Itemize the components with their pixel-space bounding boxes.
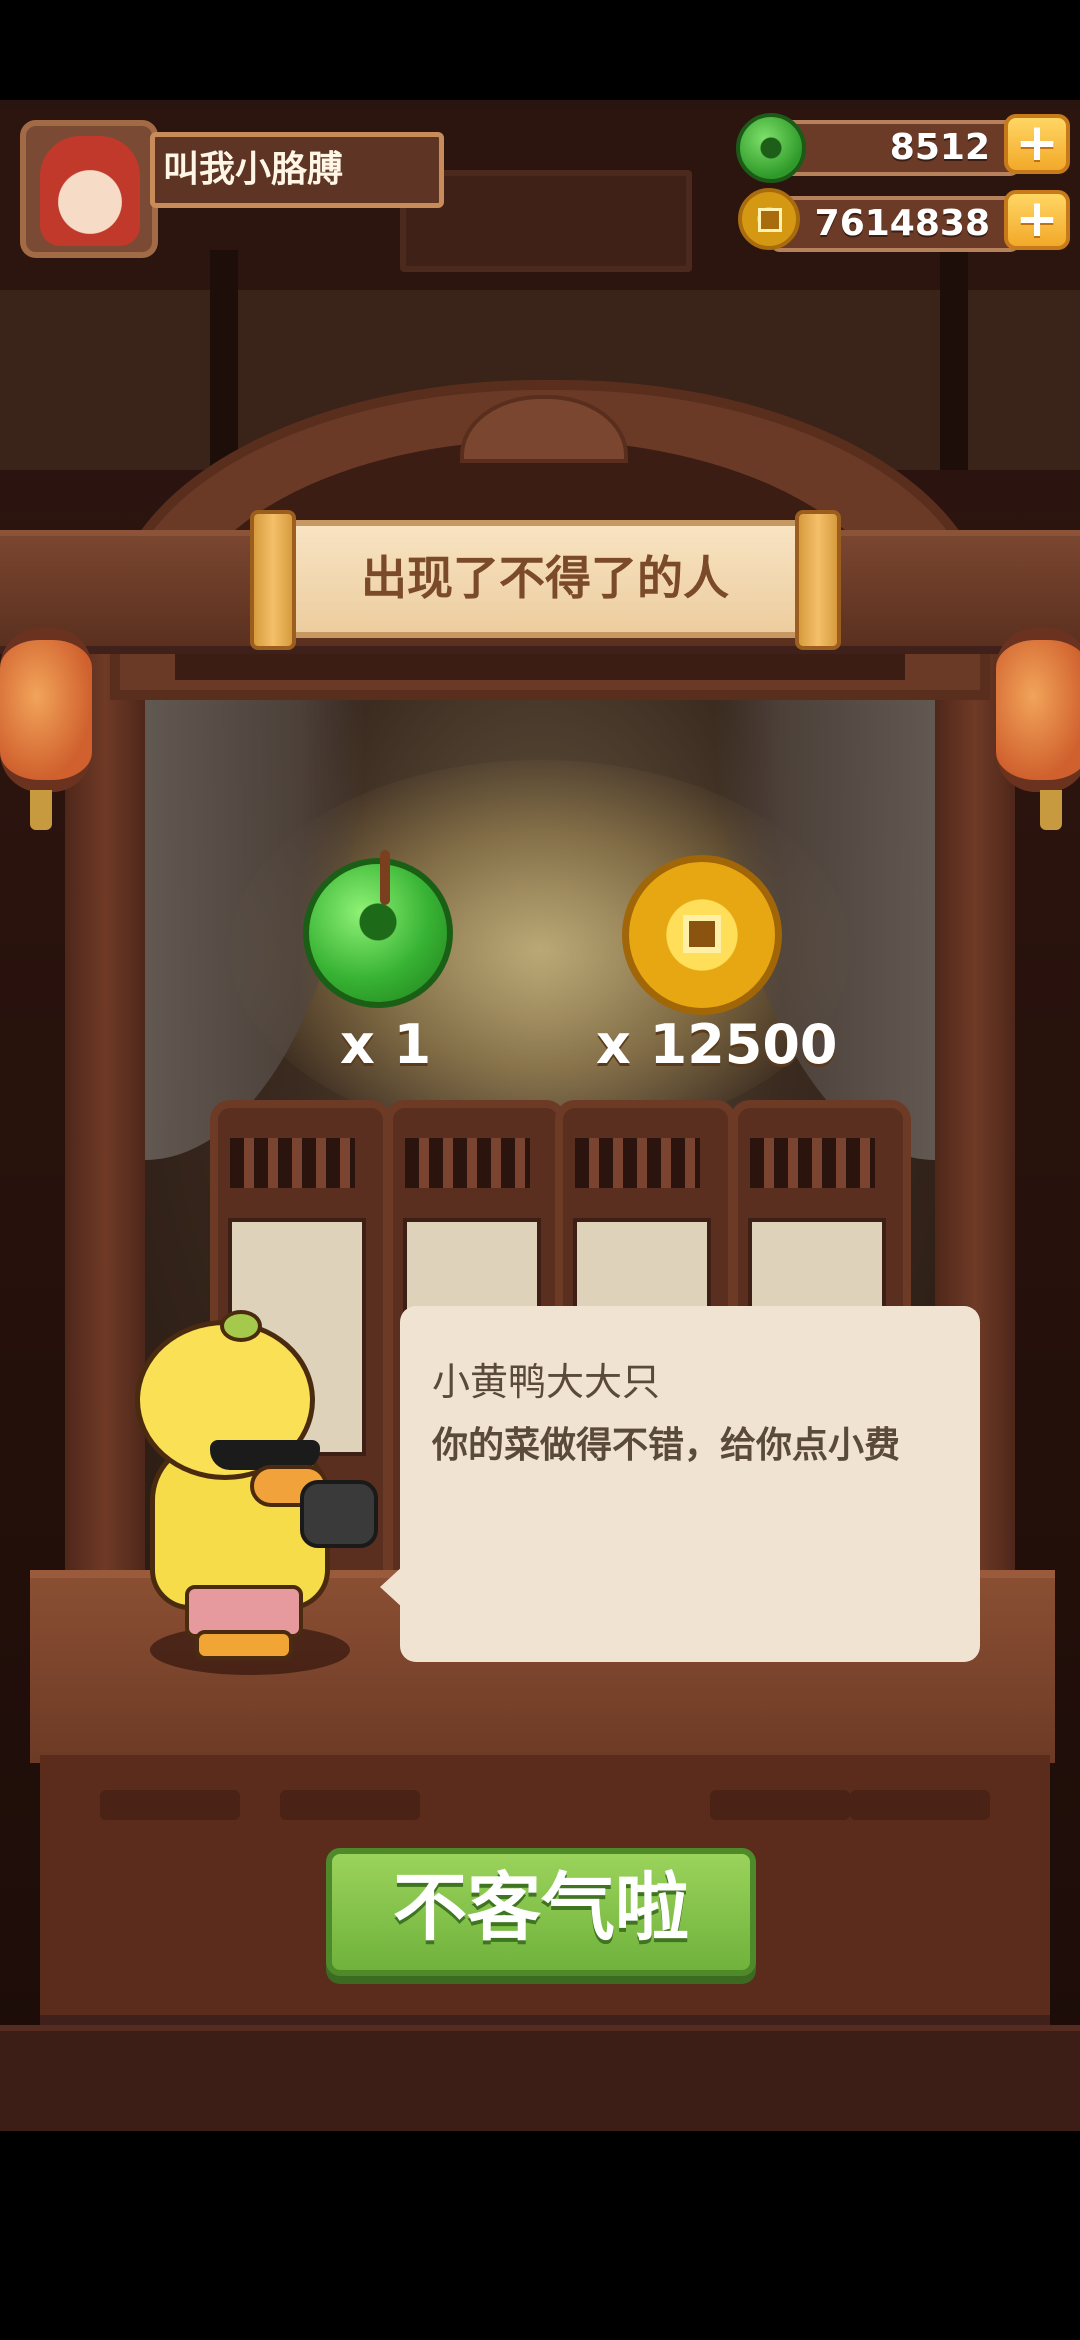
counter-panel bbox=[710, 1790, 850, 1820]
add-jade-button[interactable]: + bbox=[1004, 114, 1070, 174]
floor bbox=[0, 2025, 1080, 2131]
scroll-rod-right bbox=[795, 510, 841, 650]
jade-reward-amount: x 1 bbox=[340, 1013, 432, 1076]
screen-lattice bbox=[405, 1138, 530, 1188]
player-name: 叫我小胳膊 bbox=[163, 149, 344, 190]
lantern-icon bbox=[996, 628, 1080, 792]
duck-sprout bbox=[220, 1310, 262, 1342]
coin-amount: 7614838 bbox=[814, 203, 990, 244]
screen-lattice bbox=[750, 1138, 875, 1188]
counter-panel bbox=[850, 1790, 990, 1820]
speaker-message: 你的菜做得不错，给你点小费 bbox=[432, 1425, 901, 1466]
speaker-name: 小黄鸭大大只 bbox=[432, 1360, 661, 1404]
backdrop-pillar bbox=[940, 250, 968, 470]
jade-amount: 8512 bbox=[889, 127, 990, 168]
avatar-portrait bbox=[40, 136, 140, 246]
counter-panel bbox=[280, 1790, 420, 1820]
jade-string bbox=[380, 850, 390, 905]
duck-feet bbox=[195, 1630, 293, 1660]
camera-icon bbox=[300, 1480, 378, 1548]
backdrop-pillar bbox=[210, 250, 238, 470]
confirm-button-label[interactable]: 不客气啦 bbox=[326, 1858, 756, 1958]
lantern-icon bbox=[0, 628, 92, 792]
speech-bubble-tail bbox=[380, 1565, 404, 1609]
screen-lattice bbox=[575, 1138, 700, 1188]
add-coin-button[interactable]: + bbox=[1004, 190, 1070, 250]
lantern-tassel bbox=[1040, 790, 1062, 830]
coin-hole bbox=[683, 915, 721, 953]
player-avatar[interactable] bbox=[20, 120, 158, 258]
event-title: 出现了不得了的人 bbox=[361, 551, 729, 605]
counter-panel bbox=[100, 1790, 240, 1820]
lantern-tassel bbox=[30, 790, 52, 830]
jade-icon bbox=[303, 858, 453, 1008]
coin-reward-amount: x 12500 bbox=[596, 1013, 838, 1076]
game-screen: 叫我小胳膊 8512 + 7614838 + 出现了不得了的人 x 1 x 12… bbox=[0, 0, 1080, 2340]
screen-lattice bbox=[230, 1138, 355, 1188]
